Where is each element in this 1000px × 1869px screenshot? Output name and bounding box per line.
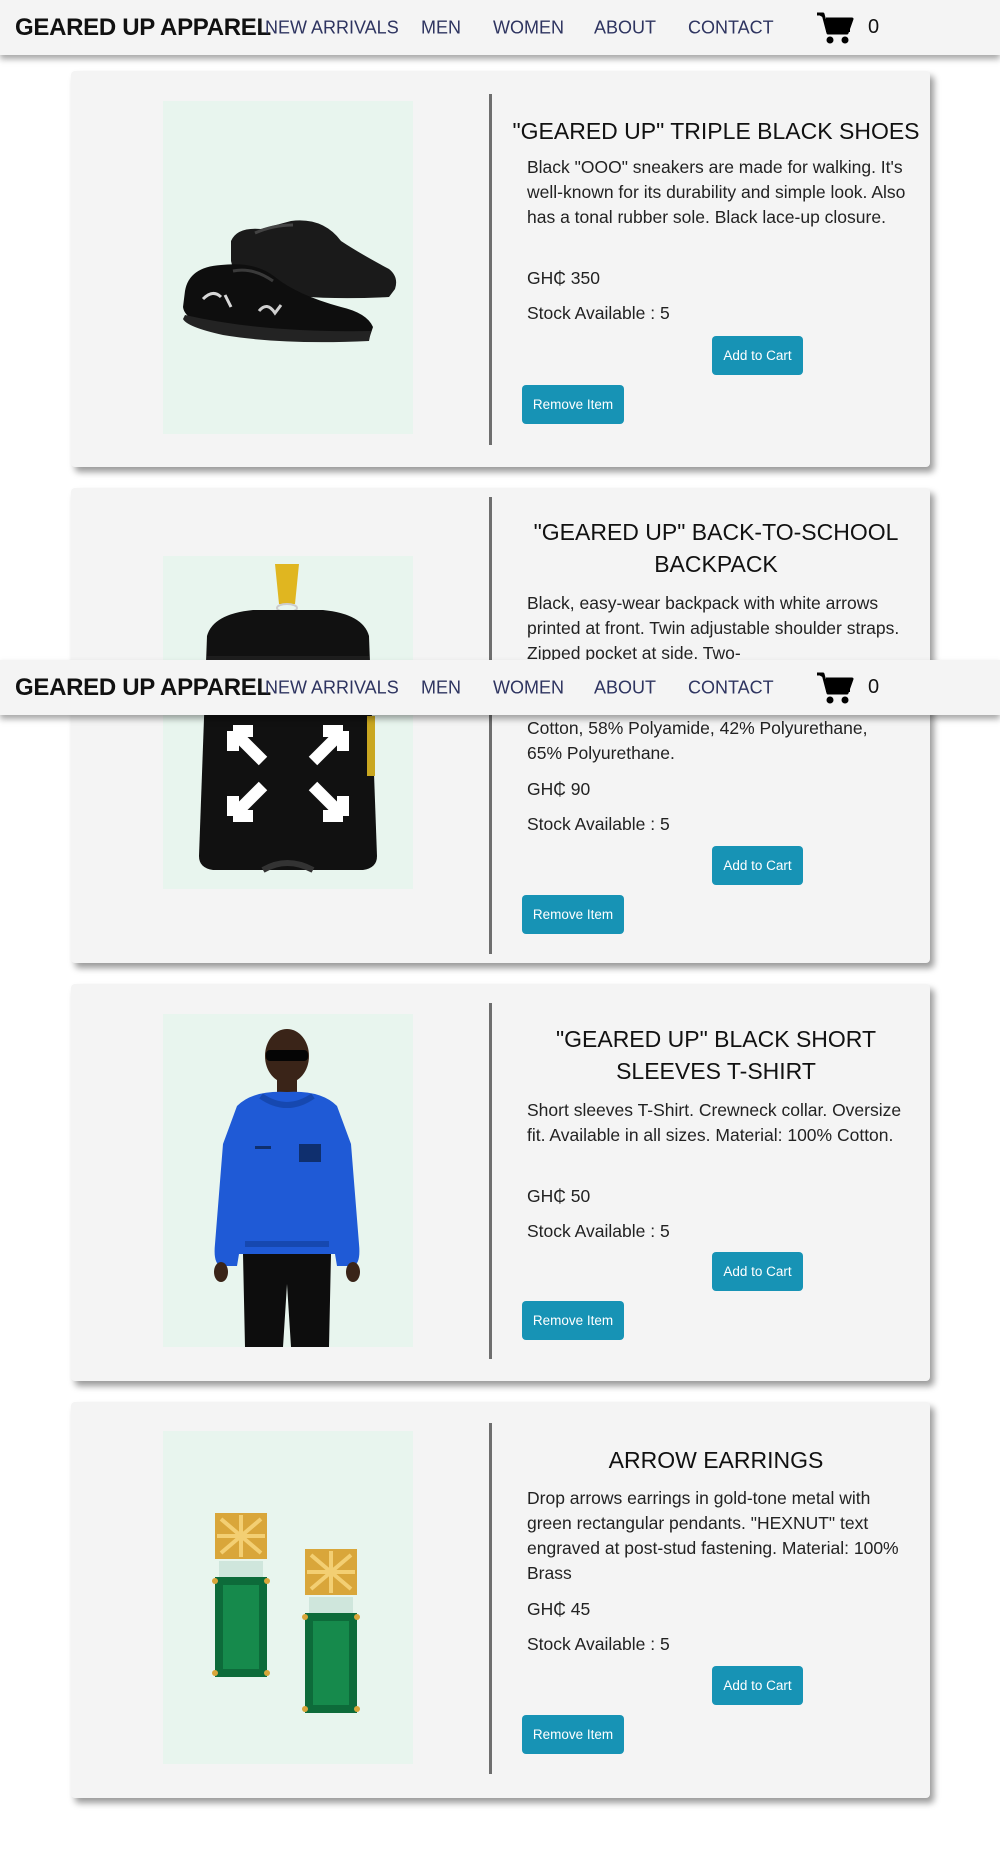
cart-button[interactable]: 0 [816, 671, 879, 705]
product-price: GH₵ 50 [527, 1186, 591, 1206]
product-image [163, 1431, 413, 1764]
product-title: "GEARED UP" BLACK SHORT SLEEVES T-SHIRT [555, 1026, 877, 1084]
add-to-cart-button[interactable]: Add to Cart [712, 846, 803, 885]
card-divider [489, 1003, 492, 1359]
blue-hoodie-model-image [214, 1029, 360, 1347]
nav-link-contact[interactable]: CONTACT [688, 677, 774, 698]
product-stock: Stock Available : 5 [527, 303, 670, 323]
nav-link-men[interactable]: MEN [421, 677, 461, 698]
card-divider [489, 497, 492, 954]
add-to-cart-button[interactable]: Add to Cart [712, 1666, 803, 1705]
product-description: Short sleeves T-Shirt. Crewneck collar. … [527, 1100, 902, 1145]
nav-link-about[interactable]: ABOUT [594, 17, 656, 38]
black-backpack-image [199, 564, 377, 873]
add-to-cart-button[interactable]: Add to Cart [712, 336, 803, 375]
product-title: ARROW EARRINGS [608, 1447, 824, 1473]
product-image [163, 1014, 413, 1347]
nav-link-new-arrivals[interactable]: NEW ARRIVALS [265, 677, 399, 698]
card-divider [489, 94, 492, 445]
product-image [163, 101, 413, 434]
product-card: "GEARED UP" BLACK SHORT SLEEVES T-SHIRT … [71, 984, 930, 1381]
cart-button[interactable]: 0 [816, 11, 879, 45]
remove-item-button[interactable]: Remove Item [522, 1301, 624, 1340]
nav-link-women[interactable]: WOMEN [493, 677, 564, 698]
black-sneakers-image [183, 220, 397, 343]
product-price: GH₵ 350 [527, 268, 600, 288]
product-description: Drop arrows earrings in gold-tone metal … [527, 1488, 899, 1583]
product-description-continued: Cotton, 58% Polyamide, 42% Polyurethane,… [527, 718, 868, 763]
remove-item-button[interactable]: Remove Item [522, 385, 624, 424]
product-image [163, 556, 413, 889]
brand-logo-text[interactable]: GEARED UP APPAREL [15, 674, 271, 702]
green-earrings-image [212, 1513, 360, 1713]
product-stock: Stock Available : 5 [527, 814, 670, 834]
product-price: GH₵ 45 [527, 1599, 591, 1619]
product-card: ARROW EARRINGS Drop arrows earrings in g… [71, 1402, 930, 1798]
remove-item-button[interactable]: Remove Item [522, 895, 624, 934]
product-title: "GEARED UP" TRIPLE BLACK SHOES [512, 118, 920, 144]
nav-link-contact[interactable]: CONTACT [688, 17, 774, 38]
nav-link-about[interactable]: ABOUT [594, 677, 656, 698]
shopping-cart-icon [817, 672, 854, 703]
cart-count: 0 [868, 676, 880, 698]
product-description: Black "OOO" sneakers are made for walkin… [527, 157, 906, 227]
remove-item-button[interactable]: Remove Item [522, 1715, 624, 1754]
product-price: GH₵ 90 [527, 779, 591, 799]
add-to-cart-button[interactable]: Add to Cart [712, 1252, 803, 1291]
nav-link-women[interactable]: WOMEN [493, 17, 564, 38]
product-title: "GEARED UP" BACK-TO-SCHOOL BACKPACK [533, 519, 899, 577]
top-navbar: GEARED UP APPAREL NEW ARRIVALS MEN WOMEN… [0, 0, 1000, 55]
shopping-cart-icon [817, 12, 854, 43]
card-divider [489, 1423, 492, 1774]
brand-logo-text[interactable]: GEARED UP APPAREL [15, 14, 271, 42]
product-card: "GEARED UP" BACK-TO-SCHOOL BACKPACK Blac… [71, 488, 930, 963]
product-stock: Stock Available : 5 [527, 1634, 670, 1654]
sticky-navbar: GEARED UP APPAREL NEW ARRIVALS MEN WOMEN… [0, 660, 1000, 715]
product-description: Black, easy-wear backpack with white arr… [527, 593, 900, 663]
nav-link-men[interactable]: MEN [421, 17, 461, 38]
product-card: "GEARED UP" TRIPLE BLACK SHOES Black "OO… [71, 71, 930, 467]
nav-link-new-arrivals[interactable]: NEW ARRIVALS [265, 17, 399, 38]
cart-count: 0 [868, 16, 880, 38]
product-stock: Stock Available : 5 [527, 1221, 670, 1241]
